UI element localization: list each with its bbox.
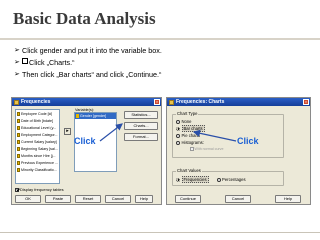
chart-values-group: Chart Values Frequencies Percentages (172, 168, 284, 186)
slide: Basic Data Analysis ➢ Click gender and p… (0, 0, 320, 240)
move-right-button[interactable]: ▸ (64, 128, 71, 135)
statistics-button[interactable]: Statistics... (124, 111, 158, 119)
list-item[interactable]: Educational Level (y... (16, 124, 59, 131)
checkbox-checked-icon (15, 187, 19, 192)
source-variable-list[interactable]: Employee Code [id] Date of Birth [bdate]… (15, 109, 60, 184)
dialog-title: Frequencies: Charts (176, 99, 225, 105)
variable-icon (17, 118, 20, 123)
radio-percentages[interactable]: Percentages (216, 176, 246, 183)
list-item[interactable]: Date of Birth [bdate] (16, 117, 59, 124)
app-icon (14, 99, 19, 105)
paste-button[interactable]: Paste (45, 195, 71, 203)
dialog-button-row: OK Paste Reset Cancel Help (15, 195, 153, 203)
variable-icon (17, 132, 20, 137)
click-callout-left: Click (74, 136, 96, 146)
list-item[interactable]: Gender [gender] (75, 113, 116, 119)
variable-icon (17, 146, 20, 151)
help-button[interactable]: Help (275, 195, 301, 203)
checkbox-label: With normal curve (194, 147, 224, 151)
radio-label: Histograms: (181, 140, 204, 145)
variable-icon (17, 111, 20, 116)
radio-icon (216, 177, 221, 182)
continue-button[interactable]: Continue (175, 195, 201, 203)
reset-button[interactable]: Reset (75, 195, 101, 203)
empty-box-icon (22, 58, 28, 64)
ok-button[interactable]: OK (15, 195, 41, 203)
instruction-text: Then click „Bar charts“ and click „Conti… (22, 70, 162, 79)
group-label: Chart Values (176, 168, 202, 173)
arrow-bullet-icon: ➢ (14, 47, 20, 54)
arrow-bullet-icon: ➢ (14, 71, 20, 78)
close-icon[interactable]: × (154, 99, 160, 105)
list-item[interactable]: Beginning Salary [sal... (16, 145, 59, 152)
side-button-group: Statistics... Charts... Format... (124, 111, 158, 144)
checkbox-icon (190, 147, 194, 151)
group-label: Chart Type (176, 111, 199, 116)
app-icon (169, 99, 174, 105)
radio-pie-charts[interactable]: Pie charts (176, 132, 223, 139)
footer-divider (0, 232, 320, 233)
variable-icon (17, 153, 20, 158)
list-item[interactable]: Current Salary [salary] (16, 138, 59, 145)
charts-button[interactable]: Charts... (124, 122, 158, 130)
variable-icon (17, 160, 20, 165)
radio-histograms[interactable]: Histograms: (176, 139, 223, 146)
radio-frequencies[interactable]: Frequencies (176, 176, 209, 183)
chart-type-group: Chart Type None Bar charts Pie charts Hi… (172, 111, 284, 158)
dialog-titlebar: Frequencies: Charts × (167, 98, 310, 106)
list-item[interactable]: Employee Code [id] (16, 110, 59, 117)
radio-selected-icon (176, 177, 180, 182)
cancel-button[interactable]: Cancel (105, 195, 131, 203)
format-button[interactable]: Format... (124, 133, 158, 141)
instruction-item: ➢ Click „Charts.“ (14, 58, 314, 70)
radio-none[interactable]: None (176, 118, 223, 125)
list-item[interactable]: Minority Classificatio... (16, 166, 59, 173)
dialog-titlebar: Frequencies × (12, 98, 161, 106)
radio-icon (176, 119, 180, 124)
instruction-item: ➢ Click gender and put it into the varia… (14, 46, 314, 58)
variable-icon (76, 114, 79, 118)
radio-label: Frequencies (181, 176, 209, 183)
radio-label: None (181, 119, 192, 124)
radio-label: Percentages (222, 177, 246, 182)
checkbox-label: Display frequency tables (20, 187, 64, 192)
arrow-bullet-icon: ➢ (14, 59, 20, 66)
radio-icon (176, 140, 180, 145)
variable-icon (17, 125, 20, 130)
dialog-title: Frequencies (21, 99, 51, 105)
frequencies-dialog: Frequencies × Employee Code [id] Date of… (11, 97, 162, 205)
instruction-text: Click gender and put it into the variabl… (22, 46, 162, 55)
radio-bar-charts[interactable]: Bar charts (176, 125, 223, 132)
variable-icon (17, 167, 20, 172)
radio-label: Pie charts (181, 133, 201, 138)
instruction-text: Click „Charts.“ (29, 58, 75, 67)
list-item[interactable]: Months since Hire [j... (16, 152, 59, 159)
radio-selected-icon (176, 126, 180, 131)
cancel-button[interactable]: Cancel (225, 195, 251, 203)
charts-dialog: Frequencies: Charts × Chart Type None Ba… (166, 97, 311, 205)
radio-icon (176, 133, 180, 138)
normal-curve-checkbox[interactable]: With normal curve (176, 146, 223, 152)
title-divider (0, 38, 320, 40)
slide-title: Basic Data Analysis (13, 9, 156, 28)
instruction-item: ➢ Then click „Bar charts“ and click „Con… (14, 70, 314, 82)
variable-icon (17, 139, 20, 144)
list-item[interactable]: Previous Experience ... (16, 159, 59, 166)
display-tables-checkbox[interactable]: Display frequency tables (15, 187, 64, 192)
instruction-list: ➢ Click gender and put it into the varia… (14, 46, 314, 82)
click-callout-right: Click (237, 136, 259, 146)
close-icon[interactable]: × (303, 99, 309, 105)
radio-label: Bar charts (181, 125, 205, 132)
help-button[interactable]: Help (135, 195, 153, 203)
list-item[interactable]: Employment Categor... (16, 131, 59, 138)
